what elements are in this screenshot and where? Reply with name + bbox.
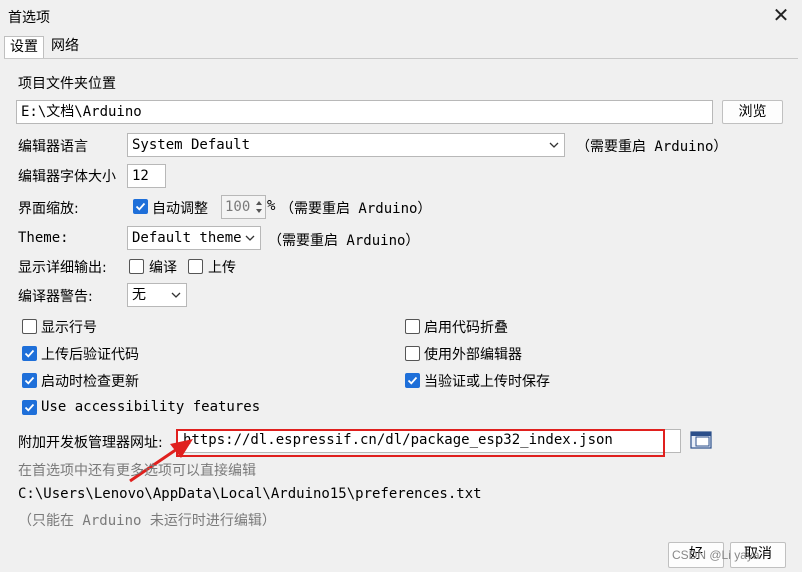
check-updates-label: 启动时检查更新 <box>41 374 139 390</box>
verbose-upload-checkbox[interactable] <box>188 259 203 274</box>
chevron-down-icon <box>245 235 255 241</box>
show-line-numbers-checkbox[interactable] <box>22 319 37 334</box>
code-folding-label: 启用代码折叠 <box>424 320 508 336</box>
auto-scale-label: 自动调整 <box>152 201 208 217</box>
sketchbook-input[interactable]: E:\文档\Arduino <box>16 100 713 124</box>
check-icon <box>24 376 35 385</box>
external-editor-checkbox[interactable] <box>405 346 420 361</box>
verbose-label: 显示详细输出: <box>18 260 107 276</box>
verbose-upload-label: 上传 <box>208 260 236 276</box>
compiler-warnings-label: 编译器警告: <box>18 289 93 305</box>
title-bar <box>0 0 802 32</box>
language-restart-note: （需要重启 Arduino） <box>576 139 728 155</box>
watermark: CSDN @Li yaya <box>672 548 760 562</box>
verbose-compile-checkbox[interactable] <box>129 259 144 274</box>
save-on-verify-label: 当验证或上传时保存 <box>424 374 550 390</box>
editor-language-select[interactable]: System Default <box>127 133 565 157</box>
accessibility-label: Use accessibility features <box>41 399 261 415</box>
theme-restart-note: （需要重启 Arduino） <box>268 233 420 249</box>
font-size-input[interactable]: 12 <box>127 164 166 188</box>
show-line-numbers-label: 显示行号 <box>41 320 97 336</box>
more-prefs-text: 在首选项中还有更多选项可以直接编辑 <box>18 463 256 479</box>
scale-stepper-icon[interactable] <box>254 198 264 216</box>
verbose-compile-label: 编译 <box>149 260 177 276</box>
theme-select[interactable]: Default theme <box>127 226 261 250</box>
accessibility-checkbox[interactable] <box>22 400 37 415</box>
editor-language-value: System Default <box>132 137 251 153</box>
close-icon[interactable]: ✕ <box>770 4 792 26</box>
check-icon <box>24 349 35 358</box>
save-on-verify-checkbox[interactable] <box>405 373 420 388</box>
theme-value: Default theme <box>132 230 242 246</box>
tab-network[interactable]: 网络 <box>46 36 84 58</box>
scale-restart-note: （需要重启 Arduino） <box>280 201 432 217</box>
font-size-label: 编辑器字体大小 <box>18 169 116 185</box>
edit-note: （只能在 Arduino 未运行时进行编辑） <box>18 513 276 529</box>
verify-after-upload-checkbox[interactable] <box>22 346 37 361</box>
verify-after-upload-label: 上传后验证代码 <box>41 347 139 363</box>
chevron-down-icon <box>549 142 559 148</box>
theme-label: Theme: <box>18 230 69 246</box>
check-icon <box>135 202 146 211</box>
tab-settings[interactable]: 设置 <box>4 36 44 59</box>
compiler-warnings-select[interactable]: 无 <box>127 283 187 307</box>
window-title: 首选项 <box>8 10 50 26</box>
open-window-icon[interactable] <box>690 430 714 452</box>
editor-language-label: 编辑器语言 <box>18 139 88 155</box>
sketchbook-label: 项目文件夹位置 <box>18 76 116 92</box>
interface-scale-label: 界面缩放: <box>18 201 79 217</box>
external-editor-label: 使用外部编辑器 <box>424 347 522 363</box>
check-updates-checkbox[interactable] <box>22 373 37 388</box>
check-icon <box>24 403 35 412</box>
scale-unit: % <box>267 198 276 214</box>
compiler-warnings-value: 无 <box>132 287 146 303</box>
prefs-path: C:\Users\Lenovo\AppData\Local\Arduino15\… <box>18 486 482 502</box>
chevron-down-icon <box>171 292 181 298</box>
browse-button[interactable]: 浏览 <box>722 100 783 124</box>
code-folding-checkbox[interactable] <box>405 319 420 334</box>
auto-scale-checkbox[interactable] <box>133 199 148 214</box>
check-icon <box>407 376 418 385</box>
board-urls-value: https://dl.espressif.cn/dl/package_esp32… <box>183 432 613 448</box>
